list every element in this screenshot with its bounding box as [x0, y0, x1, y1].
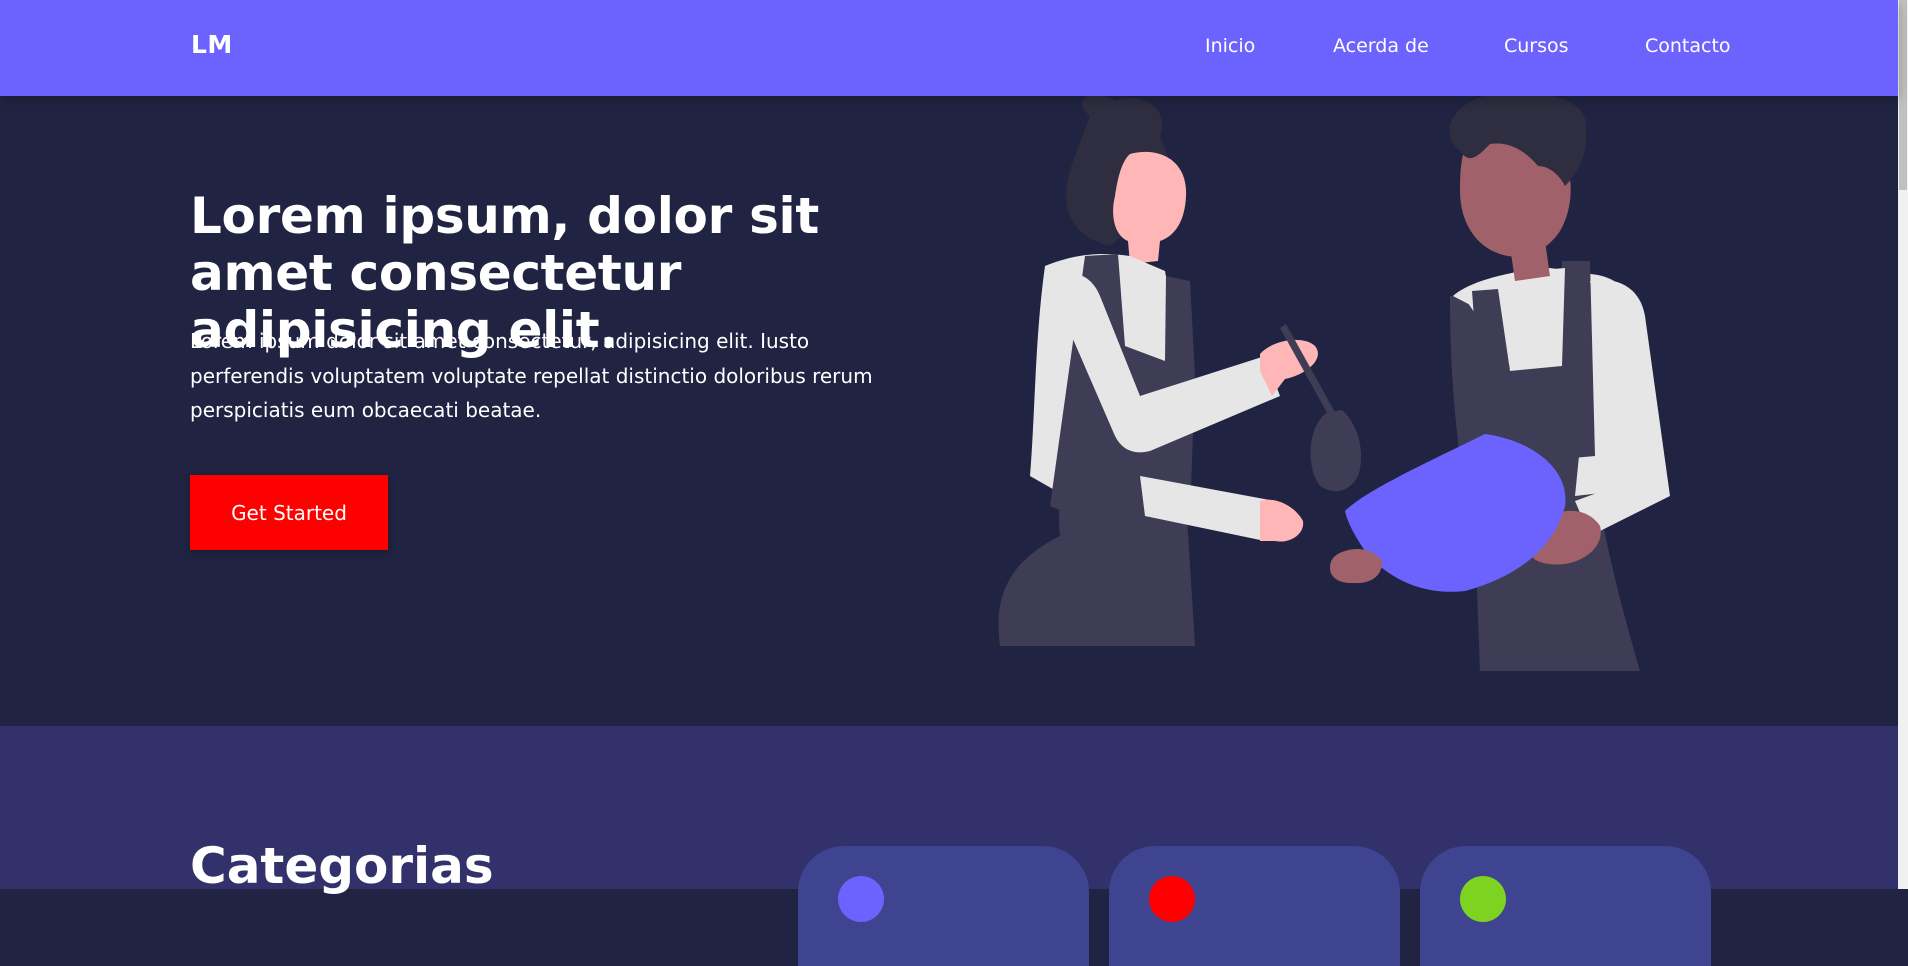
baking-illustration [998, 96, 1670, 671]
hero-description: Lorem ipsum dolor sit amet consectetur, … [190, 329, 873, 422]
category-card-2[interactable] [1109, 846, 1400, 966]
navbar: LM Inicio Acerda de Cursos Contacto [0, 0, 1898, 96]
nav-link-acerda-de[interactable]: Acerda de [1333, 35, 1429, 57]
nav-link-inicio[interactable]: Inicio [1205, 35, 1255, 57]
category-icon-3 [1460, 876, 1506, 922]
category-card-1[interactable] [798, 846, 1089, 966]
category-card-3[interactable] [1420, 846, 1711, 966]
scrollbar-thumb[interactable] [1899, 0, 1907, 190]
whisk-icon [1280, 324, 1362, 492]
category-icon-2 [1149, 876, 1195, 922]
get-started-button[interactable]: Get Started [190, 475, 388, 550]
left-person-figure [998, 96, 1318, 646]
nav-link-contacto[interactable]: Contacto [1645, 35, 1731, 57]
page-scrollbar[interactable] [1898, 0, 1908, 889]
categories-section: Categorias [0, 726, 1898, 966]
nav-links: Inicio Acerda de Cursos Contacto [0, 35, 1898, 61]
categories-title: Categorias [190, 837, 494, 895]
nav-link-cursos[interactable]: Cursos [1504, 35, 1569, 57]
category-icon-1 [838, 876, 884, 922]
right-person-hand [1330, 549, 1383, 584]
